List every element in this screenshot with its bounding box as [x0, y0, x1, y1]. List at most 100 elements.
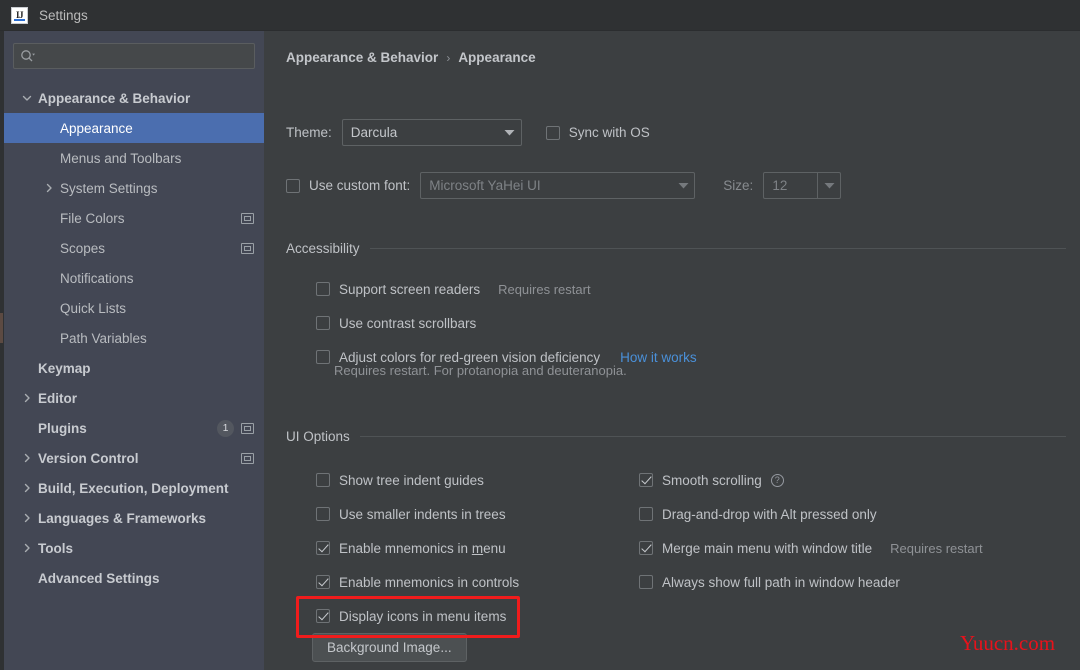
- tree-twisty[interactable]: [38, 183, 60, 193]
- sidebar-item-notifications[interactable]: Notifications: [4, 263, 264, 293]
- sidebar-item-label: Menus and Toolbars: [60, 150, 182, 166]
- sidebar-item-label: Version Control: [38, 450, 139, 466]
- sidebar-item-label: Languages & Frameworks: [38, 510, 207, 526]
- breadcrumb-separator-icon: ›: [446, 50, 451, 65]
- sidebar-item-keymap[interactable]: Keymap: [4, 353, 264, 383]
- site-watermark: Yuucn.com: [960, 631, 1056, 655]
- sidebar-item-languages-frameworks[interactable]: Languages & Frameworks: [4, 503, 264, 533]
- font-size-dropdown[interactable]: 12: [763, 172, 842, 199]
- enable-mnemonics-in-controls-label: Enable mnemonics in controls: [339, 574, 520, 590]
- settings-dialog: IJ Settings Appearance & Behavior Appeara…: [0, 0, 1080, 670]
- sidebar-item-version-control[interactable]: Version Control: [4, 443, 264, 473]
- use-contrast-scrollbars-row[interactable]: Use contrast scrollbars: [316, 306, 697, 340]
- always-show-full-path-in-window-header-label: Always show full path in window header: [662, 574, 900, 590]
- support-screen-readers-hint: Requires restart: [498, 281, 591, 297]
- tree-twisty[interactable]: [16, 483, 38, 493]
- use-smaller-indents-in-trees-row[interactable]: Use smaller indents in trees: [316, 497, 519, 531]
- settings-main-panel: Appearance & Behavior › Appearance Theme…: [264, 31, 1080, 670]
- use-smaller-indents-in-trees-label: Use smaller indents in trees: [339, 506, 506, 522]
- sidebar-item-label: File Colors: [60, 210, 125, 226]
- ui-options-left-column: Show tree indent guides Use smaller inden…: [316, 463, 519, 633]
- sidebar-item-system-settings[interactable]: System Settings: [4, 173, 264, 203]
- tree-twisty[interactable]: [16, 543, 38, 553]
- always-show-full-path-in-window-header-checkbox[interactable]: [639, 575, 653, 589]
- search-box[interactable]: [13, 43, 255, 69]
- project-scope-icon: [241, 212, 254, 224]
- sidebar-item-label: System Settings: [60, 180, 158, 196]
- sidebar-item-appearance-behavior[interactable]: Appearance & Behavior: [4, 83, 264, 113]
- support-screen-readers-checkbox[interactable]: [316, 282, 330, 296]
- window-title: Settings: [39, 7, 88, 23]
- tree-twisty[interactable]: [16, 453, 38, 463]
- merge-main-menu-with-window-title-row[interactable]: Merge main menu with window title Require…: [639, 531, 983, 565]
- tree-twisty[interactable]: [16, 513, 38, 523]
- sidebar-item-plugins[interactable]: Plugins 1: [4, 413, 264, 443]
- sidebar-item-label: Editor: [38, 390, 77, 406]
- project-scope-icon: [241, 452, 254, 464]
- sidebar-item-menus-and-toolbars[interactable]: Menus and Toolbars: [4, 143, 264, 173]
- project-scope-icon: [241, 422, 254, 434]
- always-show-full-path-in-window-header-row[interactable]: Always show full path in window header: [639, 565, 983, 599]
- sidebar-item-label: Build, Execution, Deployment: [38, 480, 229, 496]
- edge-marker: [0, 313, 3, 343]
- background-image-button-wrap: Background Image...: [312, 633, 467, 662]
- sidebar-item-build-execution-deployment[interactable]: Build, Execution, Deployment: [4, 473, 264, 503]
- font-size-value: 12: [772, 178, 788, 193]
- show-tree-indent-guides-checkbox[interactable]: [316, 473, 330, 487]
- sidebar-item-label: Appearance: [60, 120, 133, 136]
- how-it-works-link[interactable]: How it works: [620, 350, 697, 365]
- adjust-colors-for-red-green-vision-deficiency-checkbox[interactable]: [316, 350, 330, 364]
- enable-mnemonics-in-controls-checkbox[interactable]: [316, 575, 330, 589]
- sidebar-item-label: Keymap: [38, 360, 91, 376]
- merge-main-menu-with-window-title-checkbox[interactable]: [639, 541, 653, 555]
- breadcrumb: Appearance & Behavior › Appearance: [286, 50, 536, 65]
- sync-with-os-checkbox[interactable]: [545, 125, 560, 140]
- sidebar-item-file-colors[interactable]: File Colors: [4, 203, 264, 233]
- use-contrast-scrollbars-checkbox[interactable]: [316, 316, 330, 330]
- sidebar-item-label: Path Variables: [60, 330, 147, 346]
- smooth-scrolling-checkbox[interactable]: [639, 473, 653, 487]
- sidebar-item-path-variables[interactable]: Path Variables: [4, 323, 264, 353]
- theme-dropdown[interactable]: Darcula: [341, 119, 522, 146]
- sidebar-item-advanced-settings[interactable]: Advanced Settings: [4, 563, 264, 593]
- display-icons-in-menu-items-row[interactable]: Display icons in menu items: [316, 599, 519, 633]
- sidebar-search-wrap: [13, 43, 255, 69]
- font-family-dropdown[interactable]: Microsoft YaHei UI: [420, 172, 696, 199]
- settings-tree: Appearance & Behavior Appearance Menus and…: [4, 83, 264, 593]
- merge-main-menu-with-window-title-hint: Requires restart: [890, 540, 983, 556]
- breadcrumb-parent[interactable]: Appearance & Behavior: [286, 50, 438, 65]
- show-tree-indent-guides-row[interactable]: Show tree indent guides: [316, 463, 519, 497]
- sidebar-item-appearance[interactable]: Appearance: [4, 113, 264, 143]
- enable-mnemonics-in-controls-row[interactable]: Enable mnemonics in controls: [316, 565, 519, 599]
- merge-main-menu-with-window-title-label: Merge main menu with window title: [662, 540, 873, 556]
- chevron-down-icon: [22, 95, 32, 101]
- accessibility-note: Requires restart. For protanopia and deu…: [334, 363, 627, 378]
- intellij-idea-icon: IJ: [11, 6, 28, 24]
- enable-mnemonics-in-menu-checkbox[interactable]: [316, 541, 330, 555]
- search-input[interactable]: [39, 48, 248, 64]
- sidebar-item-quick-lists[interactable]: Quick Lists: [4, 293, 264, 323]
- drag-and-drop-with-alt-pressed-only-row[interactable]: Drag-and-drop with Alt pressed only: [639, 497, 983, 531]
- support-screen-readers-row[interactable]: Support screen readers Requires restart: [316, 272, 697, 306]
- tree-twisty[interactable]: [16, 93, 38, 103]
- plugins-update-badge: 1: [217, 419, 234, 437]
- display-icons-in-menu-items-checkbox[interactable]: [316, 609, 330, 623]
- background-image-button[interactable]: Background Image...: [312, 633, 467, 662]
- tree-twisty[interactable]: [16, 393, 38, 403]
- smooth-scrolling-row[interactable]: Smooth scrolling?: [639, 463, 983, 497]
- show-tree-indent-guides-label: Show tree indent guides: [339, 472, 484, 488]
- help-icon[interactable]: ?: [770, 473, 784, 487]
- chevron-down-icon: [817, 173, 840, 198]
- use-custom-font-row[interactable]: Use custom font:: [286, 178, 410, 193]
- sync-with-os-row[interactable]: Sync with OS: [545, 125, 650, 140]
- project-scope-icon: [241, 242, 254, 254]
- enable-mnemonics-in-menu-label: Enable mnemonics in menu: [339, 540, 506, 556]
- use-smaller-indents-in-trees-checkbox[interactable]: [316, 507, 330, 521]
- sidebar-item-scopes[interactable]: Scopes: [4, 233, 264, 263]
- drag-and-drop-with-alt-pressed-only-checkbox[interactable]: [639, 507, 653, 521]
- sidebar-item-editor[interactable]: Editor: [4, 383, 264, 413]
- ui-options-right-column: Smooth scrolling? Drag-and-drop with Alt …: [639, 463, 983, 599]
- use-custom-font-checkbox[interactable]: [286, 178, 300, 193]
- sidebar-item-tools[interactable]: Tools: [4, 533, 264, 563]
- enable-mnemonics-in-menu-row[interactable]: Enable mnemonics in menu: [316, 531, 519, 565]
